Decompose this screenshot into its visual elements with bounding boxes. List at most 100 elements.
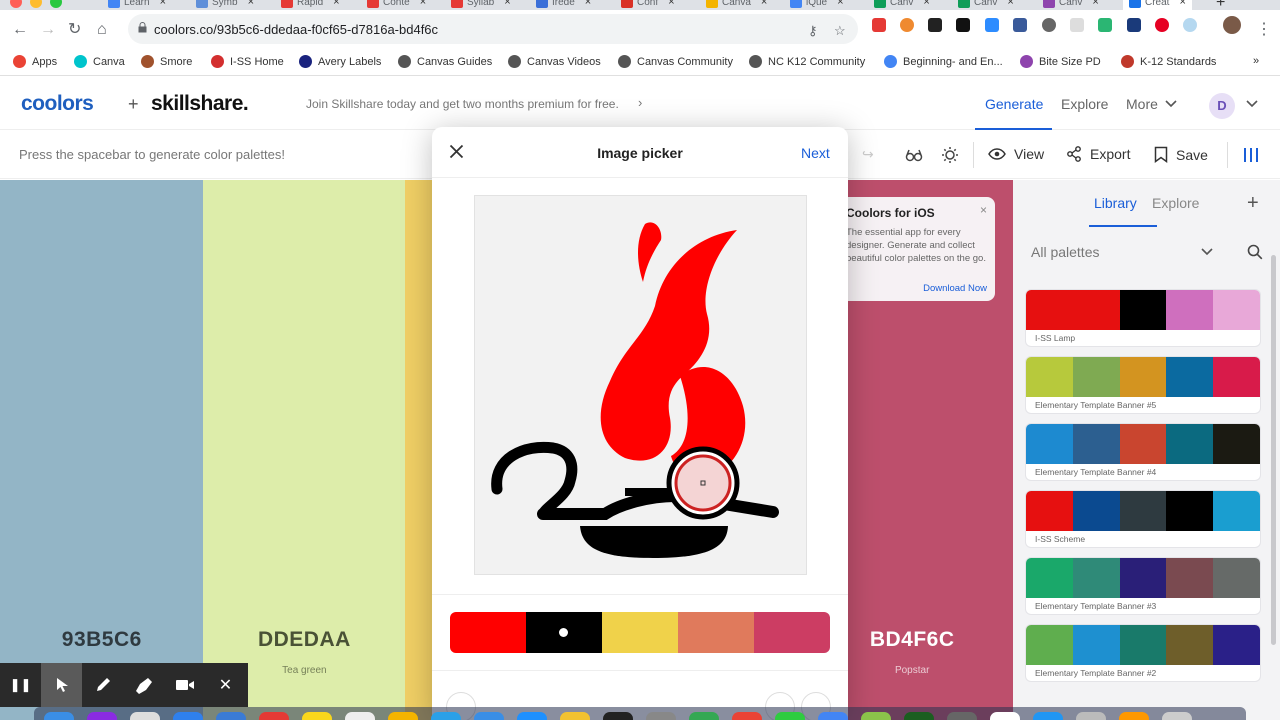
color-hex-code[interactable]: DDEDAA bbox=[203, 628, 407, 652]
chevron-right-icon[interactable]: › bbox=[638, 95, 642, 110]
dock-app-icon[interactable] bbox=[130, 712, 160, 720]
browser-tab[interactable]: Symb × bbox=[196, 0, 254, 10]
extension-icon[interactable] bbox=[900, 18, 914, 32]
minimize-window-icon[interactable] bbox=[30, 0, 42, 8]
dock-app-icon[interactable] bbox=[603, 712, 633, 720]
close-tab-icon[interactable]: × bbox=[160, 0, 166, 8]
dock-app-icon[interactable] bbox=[560, 712, 590, 720]
browser-tab[interactable]: Syllab × bbox=[451, 0, 511, 10]
extension-icon[interactable] bbox=[1183, 18, 1197, 32]
extension-icon[interactable] bbox=[1098, 18, 1112, 32]
add-palette-icon[interactable]: + bbox=[1247, 192, 1259, 215]
dock-app-icon[interactable] bbox=[646, 712, 676, 720]
dock-app-icon[interactable] bbox=[302, 712, 332, 720]
dock-app-icon[interactable] bbox=[1162, 712, 1192, 720]
browser-tab[interactable]: Rapid × bbox=[281, 0, 340, 10]
close-tab-icon[interactable]: × bbox=[668, 0, 674, 8]
promo-text[interactable]: Join Skillshare today and get two months… bbox=[306, 97, 619, 111]
dock-app-icon[interactable] bbox=[904, 712, 934, 720]
dock-app-icon[interactable] bbox=[689, 712, 719, 720]
browser-tab[interactable]: Conte × bbox=[367, 0, 426, 10]
extension-icon[interactable] bbox=[1127, 18, 1141, 32]
browser-tab[interactable]: Irede × bbox=[536, 0, 591, 10]
view-button[interactable]: View bbox=[988, 146, 1044, 162]
close-tab-icon[interactable]: × bbox=[837, 0, 843, 8]
close-tab-icon[interactable]: × bbox=[420, 0, 426, 8]
extension-icon[interactable] bbox=[1013, 18, 1027, 32]
pen-tool[interactable] bbox=[82, 663, 123, 707]
chevron-down-icon[interactable] bbox=[1165, 99, 1177, 109]
export-button[interactable]: Export bbox=[1066, 146, 1130, 162]
home-icon[interactable]: ⌂ bbox=[97, 22, 107, 38]
browser-tab[interactable]: Canv × bbox=[958, 0, 1014, 10]
dock-app-icon[interactable] bbox=[732, 712, 762, 720]
dock-app-icon[interactable] bbox=[1033, 712, 1063, 720]
close-tab-icon[interactable]: × bbox=[1092, 0, 1098, 8]
nav-explore[interactable]: Explore bbox=[1061, 96, 1108, 112]
coolors-logo[interactable]: coolors bbox=[21, 92, 94, 116]
color-column[interactable]: 93B5C6 bbox=[0, 180, 204, 720]
saved-palette-card[interactable]: I-SS Lamp bbox=[1026, 290, 1260, 346]
extension-icon[interactable] bbox=[1070, 18, 1084, 32]
saved-palette-card[interactable]: I-SS Scheme bbox=[1026, 491, 1260, 547]
dock-app-icon[interactable] bbox=[775, 712, 805, 720]
saved-palette-card[interactable]: Elementary Template Banner #5 bbox=[1026, 357, 1260, 413]
sun-icon[interactable] bbox=[941, 146, 959, 164]
glasses-icon[interactable] bbox=[905, 146, 923, 164]
columns-icon[interactable] bbox=[1242, 146, 1260, 164]
extracted-color-swatch[interactable] bbox=[678, 612, 754, 653]
dock-app-icon[interactable] bbox=[1119, 712, 1149, 720]
next-button[interactable]: Next bbox=[801, 145, 830, 161]
color-column[interactable]: DDEDAA Tea green bbox=[202, 180, 407, 720]
dock-app-icon[interactable] bbox=[861, 712, 891, 720]
bookmark-item[interactable]: Smore bbox=[141, 55, 192, 68]
dock-app-icon[interactable] bbox=[388, 712, 418, 720]
library-scrollbar[interactable] bbox=[1271, 255, 1276, 645]
saved-palette-card[interactable]: Elementary Template Banner #2 bbox=[1026, 625, 1260, 681]
dock-app-icon[interactable] bbox=[173, 712, 203, 720]
bookmark-item[interactable]: Canvas Community bbox=[618, 55, 733, 68]
extension-icon[interactable] bbox=[928, 18, 942, 32]
dock-app-icon[interactable] bbox=[947, 712, 977, 720]
bookmark-item[interactable]: Bite Size PD bbox=[1020, 55, 1101, 68]
nav-generate[interactable]: Generate bbox=[985, 96, 1043, 112]
bookmark-item[interactable]: K-12 Standards bbox=[1121, 55, 1216, 68]
avatar[interactable]: D bbox=[1209, 93, 1235, 119]
close-window-icon[interactable] bbox=[10, 0, 22, 8]
saved-palette-card[interactable]: Elementary Template Banner #3 bbox=[1026, 558, 1260, 614]
extracted-color-swatch[interactable] bbox=[754, 612, 830, 653]
chevron-down-icon[interactable] bbox=[1201, 248, 1213, 256]
close-tab-icon[interactable]: × bbox=[333, 0, 339, 8]
close-tab-icon[interactable]: × bbox=[1179, 0, 1185, 8]
browser-tab[interactable]: Canva × bbox=[706, 0, 767, 10]
dock-app-icon[interactable] bbox=[259, 712, 289, 720]
browser-tab[interactable]: Conf × bbox=[621, 0, 675, 10]
bookmark-item[interactable]: Beginning- and En... bbox=[884, 55, 1003, 68]
bookmark-item[interactable]: Apps bbox=[13, 55, 57, 68]
bookmark-item[interactable]: I-SS Home bbox=[211, 55, 284, 68]
star-icon[interactable]: ☆ bbox=[834, 23, 846, 39]
extension-icon[interactable] bbox=[956, 18, 970, 32]
dock-app-icon[interactable] bbox=[431, 712, 461, 720]
browser-tab[interactable]: Learn × bbox=[108, 0, 166, 10]
save-button[interactable]: Save bbox=[1154, 146, 1208, 163]
webcam-tool[interactable] bbox=[164, 663, 205, 707]
extracted-color-swatch[interactable] bbox=[602, 612, 678, 653]
redo-icon[interactable]: ↪ bbox=[862, 146, 874, 163]
bookmarks-more-icon[interactable]: » bbox=[1253, 55, 1259, 67]
close-icon[interactable]: × bbox=[980, 203, 987, 217]
extension-icon[interactable] bbox=[1042, 18, 1056, 32]
download-link[interactable]: Download Now bbox=[923, 283, 987, 294]
url-bar[interactable]: coolors.co/93b5c6-ddedaa-f0cf65-d7816a-b… bbox=[128, 14, 858, 44]
close-tab-icon[interactable]: × bbox=[1007, 0, 1013, 8]
color-hex-code[interactable]: 93B5C6 bbox=[0, 628, 204, 652]
chevron-down-icon[interactable] bbox=[1246, 99, 1258, 109]
dock-app-icon[interactable] bbox=[216, 712, 246, 720]
dock-app-icon[interactable] bbox=[474, 712, 504, 720]
dock-app-icon[interactable] bbox=[1076, 712, 1106, 720]
dock-app-icon[interactable] bbox=[87, 712, 117, 720]
extracted-color-swatch[interactable] bbox=[450, 612, 526, 653]
tab-explore[interactable]: Explore bbox=[1152, 195, 1199, 211]
extracted-color-swatch[interactable] bbox=[526, 612, 602, 653]
zoom-window-icon[interactable] bbox=[50, 0, 62, 8]
